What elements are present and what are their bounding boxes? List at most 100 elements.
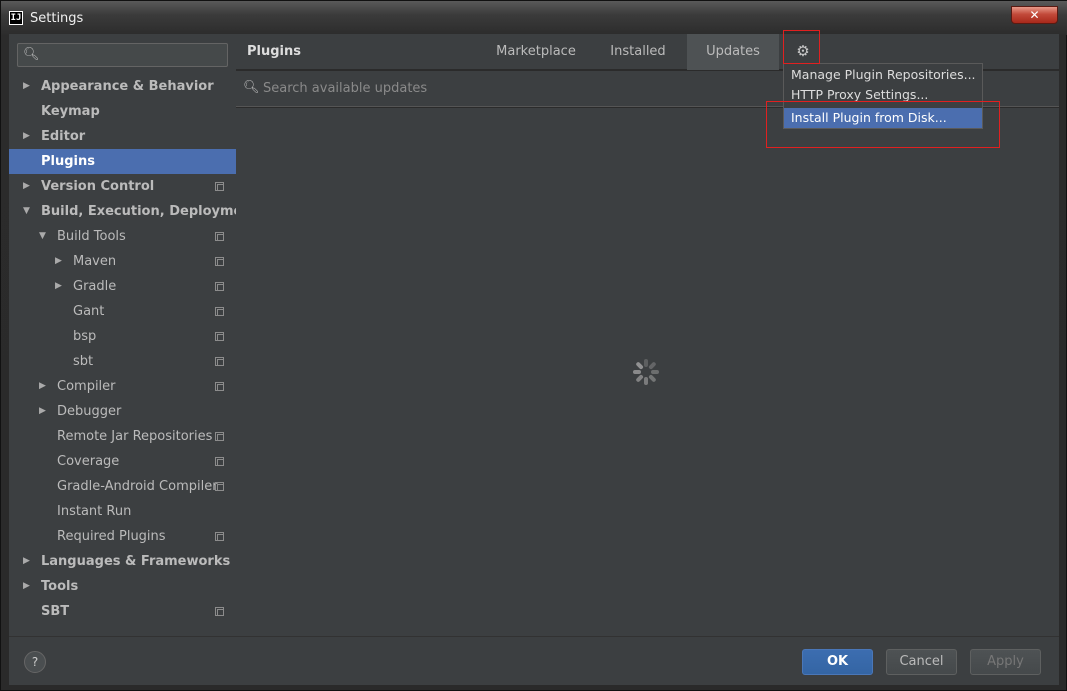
project-settings-icon <box>215 332 224 341</box>
expand-right-icon[interactable]: ▶ <box>39 399 46 424</box>
spinner-spoke <box>633 370 641 374</box>
expand-right-icon[interactable]: ▶ <box>55 274 62 299</box>
tree-item-label: Compiler <box>57 379 116 394</box>
search-placeholder: Search available updates <box>263 81 428 96</box>
tree-item[interactable]: ▶ Languages & Frameworks <box>9 549 236 574</box>
tree-item[interactable]: SBT <box>9 599 236 624</box>
page-title: Plugins <box>247 44 301 59</box>
project-settings-icon <box>215 482 224 491</box>
dialog-footer: ? OK Cancel Apply <box>9 636 1059 685</box>
ok-button[interactable]: OK <box>802 649 873 675</box>
help-button[interactable]: ? <box>24 651 46 673</box>
tree-item-label: Instant Run <box>57 504 132 519</box>
tree-item[interactable]: ▶ Tools <box>9 574 236 599</box>
spinner-spoke <box>651 370 659 374</box>
tab-installed[interactable]: Installed <box>594 34 682 70</box>
expand-right-icon[interactable]: ▶ <box>23 549 30 574</box>
tree-item-label: Appearance & Behavior <box>41 79 214 94</box>
spinner-spoke <box>648 374 657 383</box>
project-settings-icon <box>215 532 224 541</box>
project-settings-icon <box>215 307 224 316</box>
spinner-spoke <box>648 361 657 370</box>
tree-item[interactable]: ▶ Appearance & Behavior <box>9 74 236 99</box>
tree-item[interactable]: ▶ Debugger <box>9 399 236 424</box>
search-icon: 🔍︎ <box>243 80 260 95</box>
tree-item[interactable]: ▶ Maven <box>9 249 236 274</box>
tree-item-label: bsp <box>73 329 97 344</box>
tree-item-label: Keymap <box>41 104 100 119</box>
gear-icon[interactable]: ⚙ <box>794 42 812 60</box>
tree-item-label: Debugger <box>57 404 122 419</box>
project-settings-icon <box>215 432 224 441</box>
tree-item[interactable]: ▶ Compiler <box>9 374 236 399</box>
tab-marketplace[interactable]: Marketplace <box>488 34 584 70</box>
spinner-spoke <box>644 377 648 385</box>
tree-item[interactable]: ▶ Gradle <box>9 274 236 299</box>
tree-item[interactable]: ▼ Build Tools <box>9 224 236 249</box>
sidebar-search-input[interactable]: 🔍︎ <box>17 43 228 67</box>
spinner-spoke <box>635 361 644 370</box>
intellij-app-icon: IJ <box>9 11 23 25</box>
tree-item-label: Tools <box>41 579 79 594</box>
tree-item-label: Plugins <box>41 154 95 169</box>
spinner-spoke <box>635 374 644 383</box>
tree-item-label: Maven <box>73 254 117 269</box>
project-settings-icon <box>215 357 224 366</box>
tree-item-label: Gradle-Android Compiler <box>57 479 218 494</box>
project-settings-icon <box>215 607 224 616</box>
spinner-spoke <box>644 359 648 367</box>
cancel-button[interactable]: Cancel <box>886 649 957 675</box>
tree-item[interactable]: Plugins <box>9 149 236 174</box>
title-bar: IJ Settings ✕ <box>1 1 1067 35</box>
tree-item[interactable]: bsp <box>9 324 236 349</box>
search-icon: 🔍︎ <box>23 47 40 62</box>
settings-sidebar: 🔍︎ ▶ Appearance & Behavior Keymap ▶ Editor Pl… <box>9 34 258 636</box>
tree-item[interactable]: ▶ Version Control <box>9 174 236 199</box>
window-close-button[interactable]: ✕ <box>1011 6 1058 24</box>
window-title: Settings <box>30 11 84 26</box>
tree-item-label: Gradle <box>73 279 117 294</box>
project-settings-icon <box>215 257 224 266</box>
settings-window: IJ Settings ✕ 🔍︎ ▶ Appearance & Behavior K… <box>0 0 1067 691</box>
tree-item[interactable]: sbt <box>9 349 236 374</box>
tree-item[interactable]: Keymap <box>9 99 236 124</box>
tree-item[interactable]: Gradle-Android Compiler <box>9 474 236 499</box>
expand-down-icon[interactable]: ▼ <box>39 224 46 249</box>
project-settings-icon <box>215 457 224 466</box>
expand-down-icon[interactable]: ▼ <box>23 199 30 224</box>
tree-item[interactable]: ▶ Editor <box>9 124 236 149</box>
menu-item-http-proxy[interactable]: HTTP Proxy Settings... <box>784 85 982 105</box>
tree-item-label: Languages & Frameworks <box>41 554 231 569</box>
tree-item-label: Build Tools <box>57 229 126 244</box>
updates-list-area <box>236 108 1059 636</box>
tree-item[interactable]: Instant Run <box>9 499 236 524</box>
tree-item-label: Build, Execution, Deployment <box>41 204 258 219</box>
tree-item-label: Coverage <box>57 454 120 469</box>
gear-dropdown-menu: Manage Plugin Repositories... HTTP Proxy… <box>783 63 983 129</box>
tab-updates[interactable]: Updates <box>687 34 779 70</box>
tree-item[interactable]: Remote Jar Repositories <box>9 424 236 449</box>
expand-right-icon[interactable]: ▶ <box>23 74 30 99</box>
project-settings-icon <box>215 232 224 241</box>
tree-item-label: Gant <box>73 304 105 319</box>
tree-item-label: Editor <box>41 129 86 144</box>
dialog-body: 🔍︎ ▶ Appearance & Behavior Keymap ▶ Editor Pl… <box>9 34 1059 685</box>
apply-button[interactable]: Apply <box>970 649 1041 675</box>
tree-item[interactable]: ▼ Build, Execution, Deployment <box>9 199 258 224</box>
expand-right-icon[interactable]: ▶ <box>23 174 30 199</box>
expand-right-icon[interactable]: ▶ <box>23 574 30 599</box>
project-settings-icon <box>215 182 224 191</box>
tree-item-label: SBT <box>41 604 70 619</box>
expand-right-icon[interactable]: ▶ <box>55 249 62 274</box>
tree-item-label: Remote Jar Repositories <box>57 429 213 444</box>
expand-right-icon[interactable]: ▶ <box>39 374 46 399</box>
tree-item[interactable]: Coverage <box>9 449 236 474</box>
tree-item-label: Version Control <box>41 179 155 194</box>
menu-item-install-from-disk[interactable]: Install Plugin from Disk... <box>784 108 982 128</box>
tree-item-label: Required Plugins <box>57 529 166 544</box>
tree-item-label: sbt <box>73 354 94 369</box>
tree-item[interactable]: Required Plugins <box>9 524 236 549</box>
expand-right-icon[interactable]: ▶ <box>23 124 30 149</box>
tree-item[interactable]: Gant <box>9 299 236 324</box>
menu-item-manage-repositories[interactable]: Manage Plugin Repositories... <box>784 65 982 85</box>
